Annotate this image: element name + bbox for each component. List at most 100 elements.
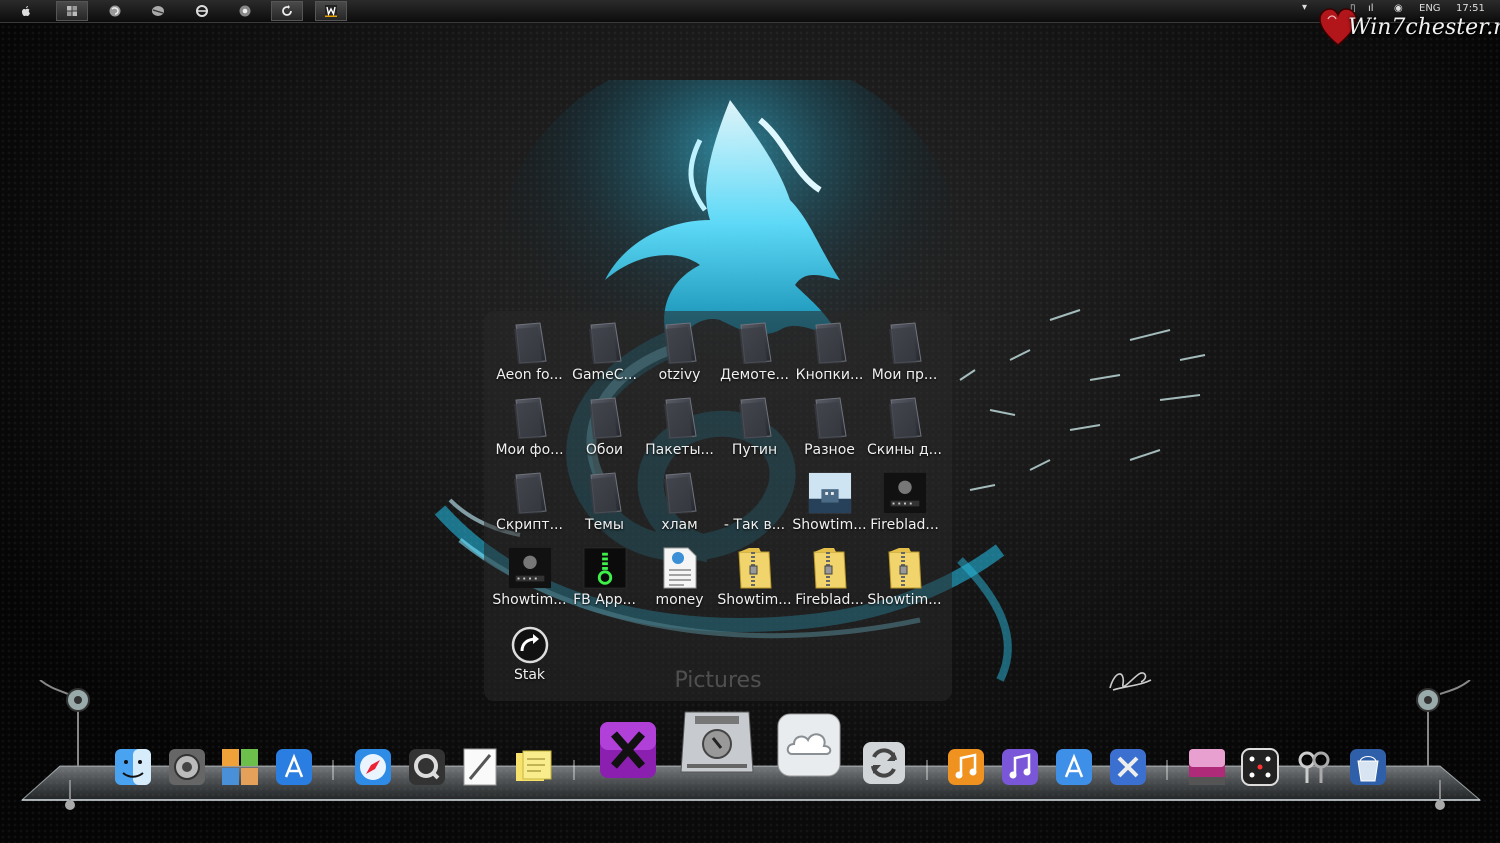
stack-item[interactable]: - Так в... bbox=[717, 461, 792, 536]
screenshot-dark-icon bbox=[883, 471, 927, 515]
icloud-icon[interactable] bbox=[776, 712, 842, 778]
folder-icon bbox=[733, 396, 777, 440]
folder-icon bbox=[583, 396, 627, 440]
stack-item[interactable]: Showtim... bbox=[717, 536, 792, 611]
stack-item-label: money bbox=[655, 592, 704, 608]
stack-item-label: Скины д... bbox=[866, 442, 943, 458]
dashboard-icon[interactable] bbox=[1240, 747, 1280, 787]
stack-item-label: Showtim... bbox=[717, 592, 792, 608]
stack-item[interactable]: Скрипт... bbox=[492, 461, 567, 536]
stack-item-label: Мои фо... bbox=[495, 442, 564, 458]
blank-icon bbox=[733, 471, 777, 515]
stack-item-label: Fireblad... bbox=[870, 517, 939, 533]
dock-separator bbox=[926, 760, 928, 780]
stack-item[interactable]: Fireblad... bbox=[792, 536, 867, 611]
stack-item-label: Aeon fo... bbox=[496, 367, 563, 383]
tray-expand-icon[interactable]: ▾ bbox=[1302, 2, 1307, 13]
document-icon bbox=[658, 546, 702, 590]
stack-item-label: Showtim... bbox=[492, 592, 567, 608]
textedit-icon[interactable] bbox=[460, 747, 500, 787]
trash-icon[interactable] bbox=[1348, 747, 1388, 787]
apple-icon[interactable] bbox=[10, 1, 42, 21]
dock-separator bbox=[1166, 760, 1168, 780]
stack-item-label: Кнопки... bbox=[795, 367, 864, 383]
thunderbird-icon[interactable] bbox=[142, 1, 174, 21]
folder-icon bbox=[508, 471, 552, 515]
winamp-icon[interactable] bbox=[315, 1, 347, 21]
stack-item-label: Пакеты... bbox=[645, 442, 714, 458]
safari-icon[interactable] bbox=[353, 747, 393, 787]
hard-drive-icon[interactable] bbox=[677, 702, 757, 782]
stack-item[interactable]: Showtim... bbox=[492, 536, 567, 611]
stack-item[interactable]: Showtim... bbox=[867, 536, 942, 611]
stack-item[interactable]: otzivy bbox=[642, 311, 717, 386]
shortcut-icon bbox=[508, 621, 552, 665]
sparks-decoration bbox=[959, 309, 1206, 491]
dock-separator bbox=[332, 760, 334, 780]
stack-item-label: Демоте... bbox=[720, 367, 789, 383]
stack-item[interactable]: Разное bbox=[792, 386, 867, 461]
folder-icon bbox=[508, 396, 552, 440]
utilities-icon[interactable] bbox=[1108, 747, 1148, 787]
keychain-icon[interactable] bbox=[1294, 747, 1334, 787]
stack-item-label: Разное bbox=[804, 442, 855, 458]
itunes-blue-icon[interactable] bbox=[1000, 747, 1040, 787]
folder-icon bbox=[658, 471, 702, 515]
system-preferences-icon[interactable] bbox=[167, 747, 207, 787]
stack-item[interactable]: хлам bbox=[642, 461, 717, 536]
stickies-icon[interactable] bbox=[513, 747, 553, 787]
app-store-icon[interactable] bbox=[274, 747, 314, 787]
windows-icon[interactable] bbox=[56, 1, 88, 21]
sync-icon[interactable] bbox=[861, 740, 907, 786]
x-app-icon[interactable] bbox=[598, 720, 658, 780]
chrome-icon[interactable] bbox=[229, 1, 261, 21]
stack-item-label: Скрипт... bbox=[496, 517, 563, 533]
ie-icon[interactable] bbox=[186, 1, 218, 21]
zip-green-icon bbox=[582, 546, 627, 590]
photo-booth-icon[interactable] bbox=[1187, 747, 1227, 787]
stack-item[interactable]: Кнопки... bbox=[792, 311, 867, 386]
folder-icon bbox=[583, 471, 627, 515]
folder-icon bbox=[508, 321, 552, 365]
stack-item-label: Fireblad... bbox=[795, 592, 864, 608]
stack-item-label: Обои bbox=[585, 442, 624, 458]
stack-item[interactable]: Мои пр... bbox=[867, 311, 942, 386]
stack-item-label: Showtim... bbox=[867, 592, 942, 608]
stack-item[interactable]: FB App... bbox=[567, 536, 642, 611]
folder-icon bbox=[883, 321, 927, 365]
stack-item[interactable]: Aeon fo... bbox=[492, 311, 567, 386]
stack-item-label: - Так в... bbox=[723, 517, 786, 533]
stack-item[interactable]: Мои фо... bbox=[492, 386, 567, 461]
folder-icon bbox=[883, 396, 927, 440]
firefox-icon[interactable] bbox=[99, 1, 131, 21]
screenshot-city-icon bbox=[808, 471, 852, 515]
app-launcher-icon[interactable] bbox=[220, 747, 260, 787]
stack-item[interactable]: Демоте... bbox=[717, 311, 792, 386]
app-store-2-icon[interactable] bbox=[1054, 747, 1094, 787]
folder-icon bbox=[658, 396, 702, 440]
folder-icon bbox=[808, 321, 852, 365]
watermark: Win7chester.ru bbox=[1318, 5, 1500, 49]
screenshot-dark-icon bbox=[508, 546, 552, 590]
stack-item[interactable]: money bbox=[642, 536, 717, 611]
quicktime-icon[interactable] bbox=[407, 747, 447, 787]
pictures-stack-popup: Aeon fo... GameC... otzivy Демоте... Кнопки.… bbox=[484, 311, 952, 701]
stack-item[interactable]: Fireblad... bbox=[867, 461, 942, 536]
stack-item[interactable]: Пакеты... bbox=[642, 386, 717, 461]
folder-icon bbox=[583, 321, 627, 365]
stack-item[interactable]: Путин bbox=[717, 386, 792, 461]
stack-item[interactable]: Скины д... bbox=[867, 386, 942, 461]
refresh-app-icon[interactable] bbox=[271, 1, 303, 21]
stack-item-label: GameC... bbox=[572, 367, 637, 383]
itunes-orange-icon[interactable] bbox=[946, 747, 986, 787]
stack-item-label: Showtim... bbox=[792, 517, 867, 533]
folder-icon bbox=[733, 321, 777, 365]
stack-item[interactable]: Обои bbox=[567, 386, 642, 461]
top-taskbar: ▾ ▯ ıl ◉ ENG 17:51 bbox=[0, 0, 1500, 23]
watermark-text: Win7chester.ru bbox=[1348, 15, 1500, 40]
stack-item[interactable]: Темы bbox=[567, 461, 642, 536]
stack-item[interactable]: Showtim... bbox=[792, 461, 867, 536]
stack-item[interactable]: GameC... bbox=[567, 311, 642, 386]
folder-icon bbox=[658, 321, 702, 365]
finder-icon[interactable] bbox=[113, 747, 153, 787]
